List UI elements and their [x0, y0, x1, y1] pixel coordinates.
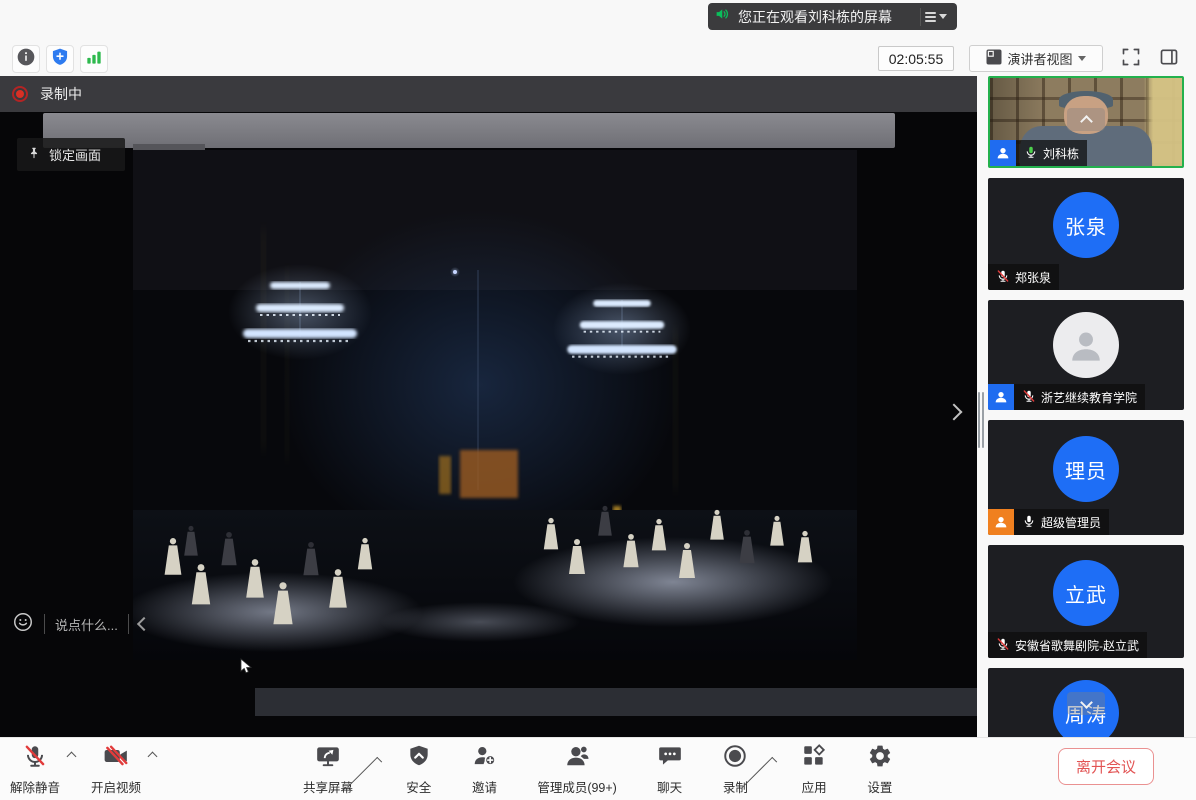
leave-meeting-button[interactable]: 离开会议: [1058, 748, 1154, 785]
shared-screen-area: 录制中 锁定画面: [0, 76, 977, 737]
record-dot-icon: [12, 86, 28, 102]
participant-tile-zheyi[interactable]: 浙艺继续教育学院: [988, 300, 1184, 410]
mic-muted-icon: [996, 269, 1010, 286]
shield-check-icon: [406, 743, 432, 774]
speaker-on-icon: [714, 5, 732, 28]
shared-window-bottom: [255, 688, 977, 716]
chevron-down-icon: [1078, 56, 1086, 61]
stage-performance-image: [133, 150, 857, 660]
participant-avatar: 张泉: [1053, 192, 1119, 258]
scroll-down-indicator[interactable]: [1067, 692, 1105, 715]
security-status-button[interactable]: [46, 45, 74, 73]
network-signal-icon: [84, 47, 104, 72]
info-icon: [16, 47, 36, 72]
participant-avatar-silhouette: [1053, 312, 1119, 378]
chat-overlay: 说点什么...: [12, 606, 149, 642]
layout-icon: [986, 49, 1002, 68]
emoji-icon[interactable]: [12, 611, 34, 638]
side-panel-toggle-button[interactable]: [1155, 45, 1183, 73]
share-screen-icon: [315, 743, 341, 774]
security-button[interactable]: 安全: [402, 743, 436, 796]
chat-input[interactable]: 说点什么...: [55, 615, 118, 634]
participant-avatar: 理员: [1053, 436, 1119, 502]
participant-tile-liukedong[interactable]: 刘科栋: [988, 76, 1184, 168]
mic-muted-icon: [996, 637, 1010, 654]
meeting-window: 您正在观看刘科栋的屏幕 02:05:55 演讲者视图: [0, 0, 1196, 800]
pin-label: 锁定画面: [49, 145, 101, 164]
mute-options-chevron[interactable]: [67, 752, 77, 762]
bottom-toolbar: 解除静音 开启视频 共享屏幕: [0, 737, 1196, 800]
participant-role-badge: [988, 384, 1014, 410]
participant-role-badge: [990, 140, 1016, 166]
divider: [128, 614, 129, 634]
manage-members-button[interactable]: 管理成员(99+): [533, 743, 621, 796]
participant-name: 郑张泉: [1015, 269, 1051, 286]
shield-plus-icon: [50, 47, 70, 72]
shared-window-titlebar: [43, 113, 895, 148]
expand-panel-chevron[interactable]: [946, 404, 963, 421]
mic-muted-icon: [22, 743, 48, 774]
mic-on-icon: [1024, 145, 1038, 162]
chat-button[interactable]: 聊天: [653, 743, 687, 796]
pin-view-button[interactable]: 锁定画面: [17, 138, 125, 171]
participant-name: 安徽省歌舞剧院-赵立武: [1015, 637, 1139, 654]
fullscreen-button[interactable]: [1117, 45, 1145, 73]
participant-tile-zhaoliwu[interactable]: 立武 安徽省歌舞剧院-赵立武: [988, 545, 1184, 658]
view-mode-selector[interactable]: 演讲者视图: [969, 45, 1103, 72]
unmute-button[interactable]: 解除静音: [6, 743, 64, 796]
mic-muted-icon: [1022, 389, 1036, 406]
gear-icon: [867, 743, 893, 774]
record-circle-icon: [722, 743, 748, 774]
chat-collapse-icon[interactable]: [137, 617, 151, 631]
chat-bubble-icon: [657, 743, 683, 774]
meeting-info-button[interactable]: [12, 45, 40, 73]
mic-on-icon: [1022, 514, 1036, 531]
invite-button[interactable]: 邀请: [468, 743, 502, 796]
pin-icon: [27, 146, 41, 163]
apps-grid-icon: [801, 743, 827, 774]
participant-name: 超级管理员: [1041, 514, 1101, 531]
viewer-banner-text: 您正在观看刘科栋的屏幕: [738, 7, 892, 27]
participant-tile-zhengzhangquan[interactable]: 张泉 郑张泉: [988, 178, 1184, 290]
video-options-chevron[interactable]: [148, 752, 158, 762]
recording-indicator: 录制中: [0, 76, 977, 112]
scroll-up-indicator[interactable]: [1067, 108, 1105, 131]
fullscreen-icon: [1121, 47, 1141, 72]
start-video-button[interactable]: 开启视频: [87, 743, 145, 796]
participant-avatar: 立武: [1053, 560, 1119, 626]
banner-menu-icon[interactable]: [920, 8, 951, 26]
camera-off-icon: [103, 743, 129, 774]
viewer-banner[interactable]: 您正在观看刘科栋的屏幕: [708, 3, 957, 30]
participant-name: 刘科栋: [1043, 145, 1079, 162]
side-panel-icon: [1159, 47, 1179, 72]
meeting-timer: 02:05:55: [878, 46, 954, 71]
apps-button[interactable]: 应用: [797, 743, 831, 796]
mouse-cursor: [240, 658, 254, 679]
members-icon: [564, 743, 590, 774]
view-mode-label: 演讲者视图: [1007, 49, 1072, 68]
divider: [44, 614, 45, 634]
invite-person-icon: [472, 743, 498, 774]
participant-host-badge: [988, 509, 1014, 535]
recording-label: 录制中: [40, 84, 82, 104]
settings-button[interactable]: 设置: [863, 743, 897, 796]
participant-name: 浙艺继续教育学院: [1041, 389, 1137, 406]
participant-tile-admin[interactable]: 理员 超级管理员: [988, 420, 1184, 535]
network-status-button[interactable]: [80, 45, 108, 73]
